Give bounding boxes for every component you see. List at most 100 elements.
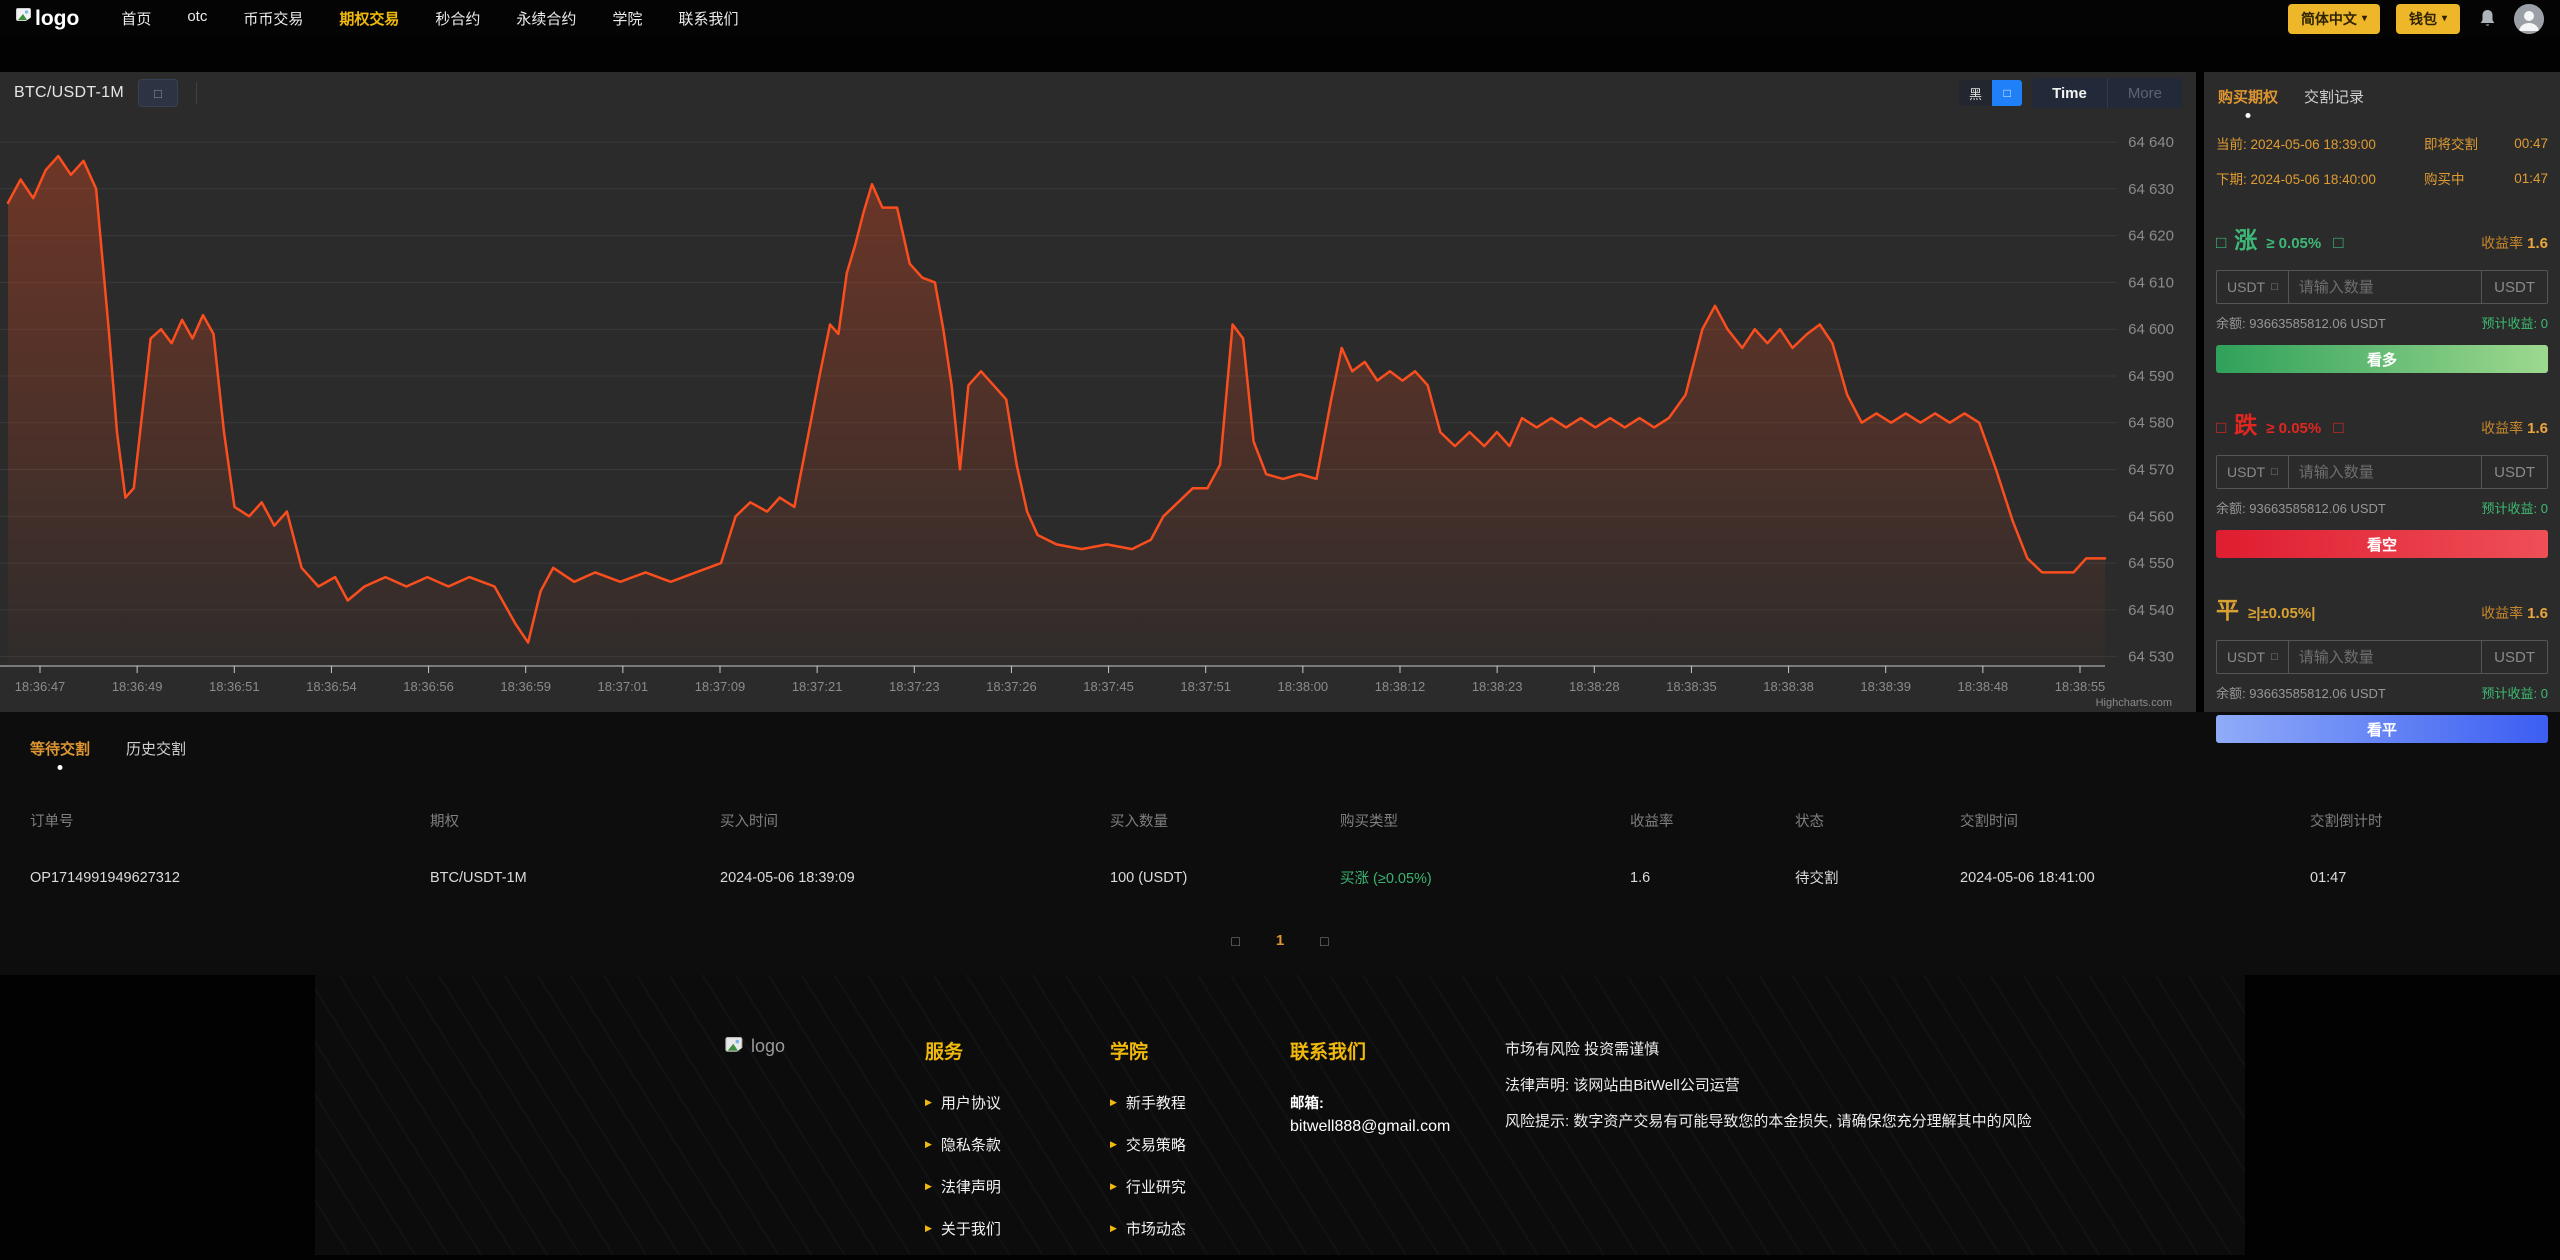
- flat-unit-selector[interactable]: USDT □: [2217, 641, 2289, 673]
- footer-link-beginner-tutorial[interactable]: ▶ 新手教程: [1110, 1092, 1290, 1113]
- nav-item-seconds-contract[interactable]: 秒合约: [435, 8, 480, 29]
- up-unit-selector[interactable]: USDT □: [2217, 271, 2289, 303]
- svg-text:18:38:39: 18:38:39: [1860, 679, 1911, 694]
- price-chart[interactable]: 64 640 64 630 64 620 64 610 64 600 64 590 64 5…: [0, 114, 2196, 712]
- svg-text:18:38:55: 18:38:55: [2055, 679, 2106, 694]
- buy-down-button[interactable]: 看空: [2216, 530, 2548, 558]
- footer-services-column: 服务 ▶ 用户协议 ▶ 隐私条款 ▶ 法律声明 ▶ 关于我们: [925, 1037, 1110, 1260]
- svg-text:18:37:26: 18:37:26: [986, 679, 1037, 694]
- svg-text:64 590: 64 590: [2128, 368, 2174, 385]
- theme-light-button[interactable]: □: [1992, 80, 2023, 106]
- footer-logo: logo: [725, 1037, 925, 1260]
- down-balance: 余额: 93663585812.06 USDT: [2216, 501, 2386, 516]
- svg-text:64 630: 64 630: [2128, 181, 2174, 198]
- svg-text:18:38:23: 18:38:23: [1472, 679, 1523, 694]
- footer-academy-column: 学院 ▶ 新手教程 ▶ 交易策略 ▶ 行业研究 ▶ 市场动态: [1110, 1037, 1290, 1260]
- current-page[interactable]: 1: [1276, 932, 1284, 949]
- cell-status: 待交割: [1795, 871, 1839, 887]
- nav-item-spot[interactable]: 币币交易: [243, 8, 303, 29]
- prev-page-button[interactable]: □: [1231, 933, 1239, 949]
- symbol-dropdown-button[interactable]: □: [137, 79, 178, 107]
- footer-link-about[interactable]: ▶ 关于我们: [925, 1218, 1110, 1239]
- svg-text:64 580: 64 580: [2128, 415, 2174, 432]
- tab-history-settlement[interactable]: 历史交割: [126, 738, 186, 770]
- footer-contact-title: 联系我们: [1290, 1042, 1367, 1063]
- flat-condition: ≥|±0.05%|: [2248, 605, 2316, 622]
- table-row: OP1714991949627312 BTC/USDT-1M 2024-05-0…: [30, 867, 2530, 888]
- nav-item-perpetual[interactable]: 永续合约: [516, 8, 576, 29]
- tab-pending-settlement[interactable]: 等待交割: [30, 738, 90, 770]
- down-condition: ≥ 0.05%: [2266, 420, 2322, 437]
- nav-right: 简体中文 ▾ 钱包 ▾: [2287, 3, 2544, 34]
- theme-dark-button[interactable]: 黑: [1959, 80, 1993, 106]
- wallet-button[interactable]: 钱包 ▾: [2395, 3, 2460, 34]
- footer-link-market-news[interactable]: ▶ 市场动态: [1110, 1218, 1290, 1239]
- down-amount-input[interactable]: [2288, 456, 2482, 488]
- col-option: 期权: [430, 814, 459, 830]
- down-title: 跌: [2234, 412, 2259, 438]
- up-amount-input[interactable]: [2288, 271, 2482, 303]
- flat-title: 平: [2216, 597, 2240, 623]
- footer-link-user-agreement[interactable]: ▶ 用户协议: [925, 1092, 1110, 1113]
- footer-link-privacy[interactable]: ▶ 隐私条款: [925, 1134, 1110, 1155]
- next-countdown: 01:47: [2514, 170, 2548, 186]
- svg-text:64 640: 64 640: [2128, 134, 2174, 151]
- next-time: 2024-05-06 18:40:00: [2250, 172, 2376, 187]
- missing-glyph-icon: □: [2271, 466, 2278, 478]
- missing-glyph-icon: □: [2216, 233, 2227, 252]
- footer-link-industry-research[interactable]: ▶ 行业研究: [1110, 1176, 1290, 1197]
- up-unit-suffix: USDT: [2481, 271, 2547, 303]
- footer-link-trading-strategy[interactable]: ▶ 交易策略: [1110, 1134, 1290, 1155]
- flat-amount-input[interactable]: [2288, 641, 2482, 673]
- cell-type: 买涨 (≥0.05%): [1340, 871, 1432, 887]
- rate-value: 1.6: [2527, 420, 2548, 437]
- buy-flat-button[interactable]: 看平: [2216, 715, 2548, 743]
- orders-header-row: 订单号 期权 买入时间 买入数量 购买类型 收益率 状态 交割时间 交割倒计时: [30, 810, 2530, 831]
- col-buy-time: 买入时间: [720, 814, 778, 830]
- theme-toggle: 黑 □: [1959, 80, 2023, 106]
- col-status: 状态: [1795, 814, 1824, 830]
- header-divider: [195, 82, 197, 104]
- footer-logo-text: logo: [751, 1036, 786, 1056]
- notification-bell-icon[interactable]: [2476, 8, 2498, 30]
- footer-link-legal[interactable]: ▶ 法律声明: [925, 1176, 1110, 1197]
- site-logo[interactable]: logo: [16, 8, 79, 29]
- nav-item-academy[interactable]: 学院: [612, 8, 642, 29]
- disclaimer-risk: 市场有风险 投资需谨慎: [1505, 1041, 1660, 1058]
- tab-buy-option[interactable]: 购买期权: [2218, 86, 2278, 118]
- cell-rate: 1.6: [1630, 869, 1651, 886]
- down-amount-box: USDT □ USDT: [2216, 455, 2548, 489]
- time-view-button[interactable]: Time: [2032, 78, 2107, 108]
- pagination: □ 1 □: [30, 932, 2530, 949]
- buy-up-button[interactable]: 看多: [2216, 345, 2548, 373]
- down-expected-profit: 预计收益: 0: [2481, 501, 2548, 516]
- down-unit-selector[interactable]: USDT □: [2217, 456, 2289, 488]
- disclaimer-legal: 法律声明: 该网站由BitWell公司运营: [1505, 1076, 1740, 1094]
- triangle-bullet-icon: ▶: [1110, 1181, 1117, 1191]
- cell-settle-time: 2024-05-06 18:41:00: [1960, 869, 2095, 886]
- svg-text:18:37:01: 18:37:01: [598, 679, 649, 694]
- email-address[interactable]: bitwell888@gmail.com: [1290, 1118, 1505, 1136]
- more-view-button[interactable]: More: [2106, 78, 2182, 108]
- nav-item-contact[interactable]: 联系我们: [678, 8, 738, 29]
- triangle-bullet-icon: ▶: [1110, 1097, 1117, 1107]
- nav-item-home[interactable]: 首页: [121, 8, 151, 29]
- tab-settlement-records[interactable]: 交割记录: [2304, 86, 2364, 118]
- chart-type-group: Time More: [2032, 78, 2182, 108]
- nav-item-options[interactable]: 期权交易: [339, 8, 399, 29]
- footer: logo 服务 ▶ 用户协议 ▶ 隐私条款 ▶ 法律声明 ▶ 关于我们 学院 ▶ 新手教程…: [315, 975, 2245, 1255]
- next-page-button[interactable]: □: [1320, 933, 1328, 949]
- footer-academy-title: 学院: [1110, 1042, 1149, 1063]
- trade-tabs: 购买期权 交割记录: [2218, 86, 2548, 118]
- col-amount: 买入数量: [1110, 814, 1168, 830]
- user-avatar[interactable]: [2514, 3, 2544, 34]
- nav-item-otc[interactable]: otc: [187, 8, 207, 29]
- col-countdown: 交割倒计时: [2310, 814, 2383, 830]
- svg-text:64 600: 64 600: [2128, 321, 2174, 338]
- svg-text:18:38:00: 18:38:00: [1278, 679, 1329, 694]
- rate-label: 收益率: [2481, 605, 2524, 621]
- language-button[interactable]: 简体中文 ▾: [2287, 3, 2380, 34]
- col-type: 购买类型: [1340, 814, 1398, 830]
- footer-contact-column: 联系我们 邮箱: bitwell888@gmail.com: [1290, 1037, 1505, 1260]
- triangle-bullet-icon: ▶: [1110, 1223, 1117, 1233]
